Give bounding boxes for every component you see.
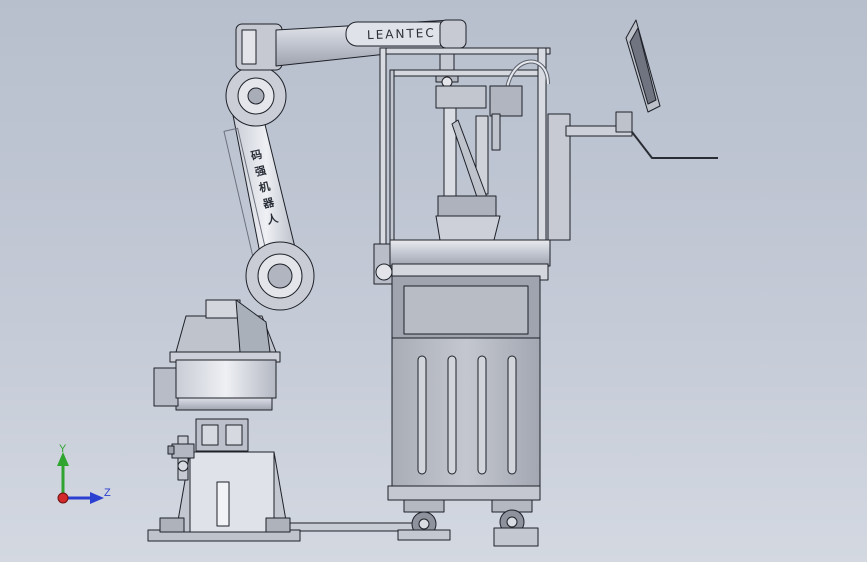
y-axis-label: Y xyxy=(59,443,67,455)
z-axis-label: Z xyxy=(104,487,111,499)
cabinet-caster-right xyxy=(491,499,539,547)
robot-base xyxy=(153,299,281,407)
z-arrow-head xyxy=(90,492,104,504)
work-fixture xyxy=(435,85,523,241)
control-cabinet xyxy=(387,275,541,501)
robot-workcell-drawing: 码 强 机 器 人 LEANTEC Y Z xyxy=(57,19,718,547)
monitor-arm xyxy=(565,111,718,159)
brand-label: LEANTEC xyxy=(367,26,436,42)
coordinate-triad: Y Z xyxy=(57,443,111,504)
monitor-screen xyxy=(625,19,661,113)
cabinet-caster-left xyxy=(397,499,451,541)
cad-viewport[interactable]: 码 强 机 器 人 LEANTEC Y Z xyxy=(0,0,867,562)
origin-dot xyxy=(57,492,69,504)
cabinet-top xyxy=(389,239,551,281)
